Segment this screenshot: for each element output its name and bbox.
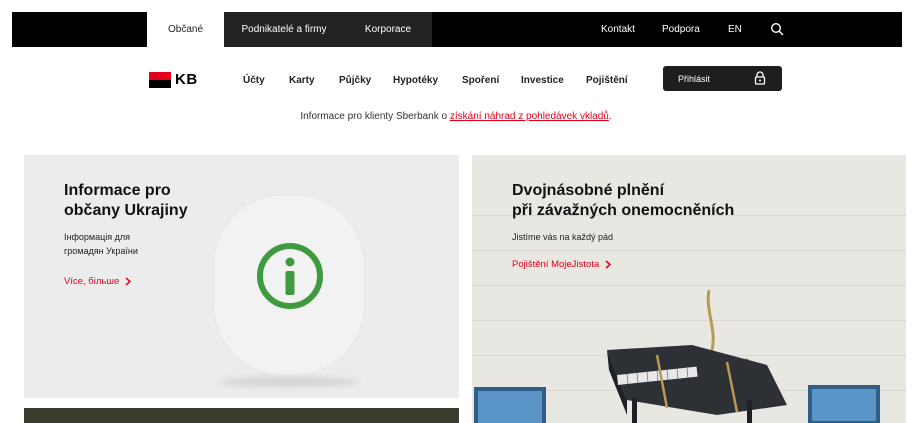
lock-icon (754, 71, 766, 85)
login-button-label: Přihlásit (678, 73, 711, 84)
segment-bar: Občané Podnikatelé a firmy Korporace Kon… (12, 12, 902, 47)
card-link-ukraine[interactable]: Více, більше (64, 276, 132, 287)
nav-item-hypoteky[interactable]: Hypotéky (393, 70, 438, 90)
card-sub-line-2: громадян України (64, 246, 138, 256)
brick-line (472, 250, 906, 251)
info-link[interactable]: získání náhrad z pohledávek vkladů (450, 111, 609, 122)
sberbank-info-line: Informace pro klienty Sberbank o získání… (0, 111, 912, 122)
critical-illness-card[interactable]: Dvojnásobné plnění při závažných onemocn… (472, 155, 906, 423)
nav-item-karty[interactable]: Karty (289, 70, 315, 90)
card-link-illness[interactable]: Pojištění MojeJistota (512, 259, 612, 270)
bubble-shadow (219, 377, 359, 387)
brick-line (472, 285, 906, 286)
kb-logo-mark (149, 71, 171, 88)
nav-item-pujcky[interactable]: Půjčky (339, 70, 371, 90)
card-title-line-2: občany Ukrajiny (64, 202, 188, 219)
link-language-en[interactable]: EN (728, 12, 742, 47)
top-bar: Občané Podnikatelé a firmy Korporace Kon… (0, 0, 912, 47)
kb-logo[interactable]: KB (149, 71, 198, 88)
card-title-ukraine: Informace pro občany Ukrajiny (64, 181, 188, 221)
kb-logo-text: KB (175, 71, 198, 88)
ukraine-info-card[interactable]: Informace pro občany Ukrajiny Інформація… (24, 155, 459, 398)
card-title-line-2: při závažných onemocněních (512, 202, 735, 219)
chevron-right-icon (605, 260, 612, 269)
main-navigation: KB Účty Karty Půjčky Hypotéky Spoření In… (0, 58, 912, 98)
window-left (474, 387, 546, 423)
card-subtitle-illness: Jistíme vás na každý pád (512, 232, 614, 242)
window-right (808, 385, 880, 423)
info-icon (257, 243, 323, 309)
segment-podnikatele[interactable]: Podnikatelé a firmy (224, 12, 344, 47)
nav-item-pojisteni[interactable]: Pojištění (586, 70, 628, 90)
link-podpora[interactable]: Podpora (662, 12, 700, 47)
info-prefix: Informace pro klienty Sberbank o (300, 111, 450, 122)
card-subtitle-ukraine: Інформація для громадян України (64, 230, 138, 258)
bottom-card-partial[interactable] (24, 408, 459, 423)
nav-item-sporeni[interactable]: Spoření (462, 70, 499, 90)
card-link-label: Více, більше (64, 276, 120, 287)
chevron-right-icon (125, 277, 132, 286)
segment-korporace[interactable]: Korporace (344, 12, 432, 47)
card-sub-line-1: Інформація для (64, 232, 130, 242)
nav-item-ucty[interactable]: Účty (243, 70, 265, 90)
card-link-label: Pojištění MojeJistota (512, 259, 600, 270)
link-kontakt[interactable]: Kontakt (601, 12, 635, 47)
card-title-line-1: Informace pro (64, 182, 171, 199)
segment-obcane[interactable]: Občané (147, 12, 224, 47)
nav-item-investice[interactable]: Investice (521, 70, 564, 90)
login-button[interactable]: Přihlásit (663, 66, 782, 91)
card-title-line-1: Dvojnásobné plnění (512, 182, 665, 199)
piano-illustration (607, 290, 787, 423)
search-icon[interactable] (770, 22, 784, 36)
info-suffix: . (608, 111, 612, 122)
card-title-illness: Dvojnásobné plnění při závažných onemocn… (512, 181, 734, 221)
